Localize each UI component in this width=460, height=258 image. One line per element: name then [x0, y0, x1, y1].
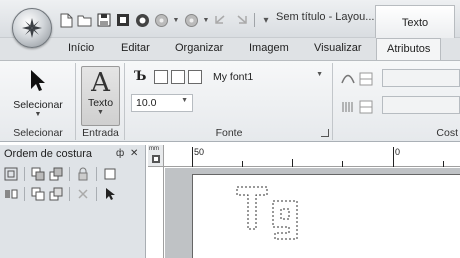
text-button[interactable]: A Texto ▼ [81, 66, 120, 126]
font-style-box-2[interactable] [171, 70, 185, 84]
move-to-front-icon[interactable] [30, 166, 46, 182]
undo-icon[interactable] [213, 12, 229, 28]
quick-access-toolbar: ▼ ▼ ▾ [58, 11, 271, 29]
text-object[interactable] [233, 181, 313, 251]
chevron-down-icon[interactable]: ▼ [202, 12, 210, 28]
window-title: Sem título - Layou... [276, 11, 375, 23]
square-icon[interactable] [102, 166, 118, 182]
title-bar: ▼ ▼ ▾ Sem título - Layou... Texto [0, 0, 460, 38]
panel-title: Ordem de costura [4, 148, 93, 160]
design-page[interactable] [192, 174, 460, 258]
font-name-select[interactable]: My font1 ▼ [208, 68, 328, 86]
font-style-box-3[interactable] [188, 70, 202, 84]
chevron-down-icon: ▼ [316, 71, 323, 78]
dialog-launcher-icon[interactable] [321, 129, 329, 137]
group-objects-icon[interactable] [48, 186, 64, 202]
stitch-setting-field-2[interactable] [382, 96, 460, 114]
tab-inicio[interactable]: Início [68, 42, 94, 54]
sewing-order-panel: Ordem de costura ф ✕ [0, 145, 146, 258]
font-style-box-1[interactable] [154, 70, 168, 84]
ruler-tick [393, 147, 394, 167]
pointer-icon[interactable] [102, 186, 118, 202]
stop-icon[interactable] [115, 12, 131, 28]
redo-icon[interactable] [232, 12, 248, 28]
select-button[interactable]: Selecionar ▼ [5, 66, 71, 118]
horizontal-ruler[interactable]: 50 0 [164, 145, 460, 167]
pin-icon[interactable]: ф [116, 148, 124, 159]
save-icon[interactable] [96, 12, 112, 28]
record-icon[interactable] [134, 12, 150, 28]
open-folder-icon[interactable] [77, 12, 93, 28]
ribbon: Selecionar ▼ Selecionar A Texto ▼ Entrad… [0, 60, 460, 142]
tab-atributos[interactable]: Atributos [376, 38, 442, 61]
app-menu-button[interactable] [12, 8, 52, 48]
group-fonte: Ъ My font1 ▼ 10.0 ▼ Fonte [126, 63, 333, 140]
lock-icon[interactable] [75, 166, 91, 182]
vertical-ruler[interactable] [148, 167, 164, 258]
panel-toolbar-2 [3, 185, 118, 203]
split-icon[interactable] [3, 186, 19, 202]
ruler-tick [242, 161, 243, 167]
tab-visualizar[interactable]: Visualizar [314, 42, 362, 54]
chevron-down-icon: ▼ [97, 109, 104, 116]
arrow-cursor-icon [31, 70, 45, 91]
chevron-down-icon: ▼ [34, 111, 42, 118]
app-logo-icon [22, 18, 42, 38]
ruler-tick [292, 159, 293, 167]
ruler-tick [443, 161, 444, 167]
letter-a-icon: A [91, 68, 110, 98]
ruler-origin-icon [152, 155, 160, 163]
font-type-icon[interactable]: Ъ [134, 69, 146, 84]
group-label-fonte: Fonte [215, 127, 243, 139]
close-icon[interactable]: ✕ [130, 148, 138, 159]
disc-icon[interactable] [153, 12, 169, 28]
font-size-select[interactable]: 10.0 ▼ [131, 94, 193, 112]
group-label-entrada: Entrada [82, 127, 119, 139]
panel-header: Ordem de costura ф ✕ [0, 145, 145, 163]
disc-alt-icon[interactable] [183, 12, 199, 28]
group-label-costura: Cost [436, 127, 458, 139]
tab-organizar[interactable]: Organizar [175, 42, 223, 54]
group-entrada: A Texto ▼ Entrada [77, 63, 125, 140]
toolbar-separator [254, 13, 255, 27]
panel-toolbar-1 [3, 165, 118, 183]
chevron-down-icon: ▼ [181, 97, 188, 104]
tab-editar[interactable]: Editar [121, 42, 150, 54]
customize-toolbar-icon[interactable]: ▾ [261, 12, 271, 28]
move-forward-icon[interactable] [48, 166, 64, 182]
group-selecionar: Selecionar ▼ Selecionar [1, 63, 76, 140]
cut-icon[interactable] [75, 186, 91, 202]
new-file-icon[interactable] [58, 12, 74, 28]
group-costura: Cost [334, 63, 460, 140]
context-tab-texto[interactable]: Texto [375, 5, 455, 38]
tab-imagem[interactable]: Imagem [249, 42, 289, 54]
running-stitch-icon[interactable] [340, 71, 374, 90]
ruler-label-0: 0 [395, 147, 401, 157]
ribbon-tabs: Início Editar Organizar Imagem Visualiza… [0, 38, 460, 61]
fill-stitch-icon[interactable] [340, 99, 374, 118]
ruler-tick [342, 161, 343, 167]
fit-view-icon[interactable] [3, 166, 19, 182]
stitch-setting-field-1[interactable] [382, 69, 460, 87]
group-label-selecionar: Selecionar [13, 127, 63, 139]
chevron-down-icon[interactable]: ▼ [172, 12, 180, 28]
ruler-tick [192, 147, 193, 167]
ruler-unit: mm [149, 146, 159, 152]
ruler-corner: mm [148, 145, 164, 167]
copy-objects-icon[interactable] [30, 186, 46, 202]
ruler-label-50: 50 [194, 147, 205, 157]
